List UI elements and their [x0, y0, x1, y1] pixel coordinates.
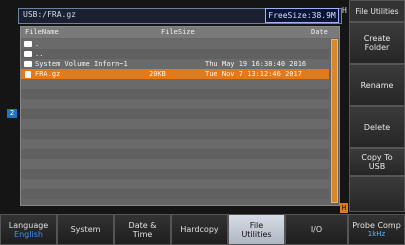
copy-to-usb-button[interactable]: Copy To USB: [349, 148, 405, 176]
file-icon: [25, 71, 31, 78]
empty-row: [21, 129, 329, 139]
language-value: English: [14, 229, 43, 239]
file-row[interactable]: .: [21, 39, 329, 49]
empty-row: [21, 149, 329, 159]
file-name: FRA.gz: [35, 70, 61, 78]
right-side-menu: File Utilities Create Folder Rename Dele…: [349, 0, 405, 212]
empty-row: [21, 119, 329, 129]
file-utilities-title: File Utilities: [349, 0, 405, 22]
empty-row: [21, 79, 329, 89]
file-list: . .. System Volume Inforn~1 Thu May 19 1…: [21, 39, 329, 199]
col-filesize: FileSize: [161, 28, 195, 36]
date-time-button[interactable]: Date & Time: [114, 214, 171, 245]
language-label: Language: [8, 220, 49, 230]
col-date: Date: [311, 28, 328, 36]
empty-row: [21, 189, 329, 199]
empty-row: [21, 159, 329, 169]
folder-icon: [24, 61, 32, 67]
hardcopy-button[interactable]: Hardcopy: [171, 214, 228, 245]
system-label: System: [70, 225, 101, 234]
language-button[interactable]: Language English: [0, 214, 57, 245]
file-size: 20KB: [149, 70, 166, 78]
file-row-selected[interactable]: FRA.gz 20KB Tue Nov 7 13:12:46 2017: [21, 69, 329, 79]
current-path: USB:/FRA.gz: [23, 10, 76, 19]
system-button[interactable]: System: [57, 214, 114, 245]
scrollbar[interactable]: [331, 39, 338, 203]
io-button[interactable]: I/O: [285, 214, 348, 245]
file-row[interactable]: ..: [21, 49, 329, 59]
folder-icon: [24, 51, 32, 57]
free-size-indicator: FreeSize:38.9M: [265, 8, 339, 23]
scrollbar-thumb[interactable]: [331, 39, 338, 203]
file-utilities-button[interactable]: File Utilities: [228, 214, 285, 245]
rename-button[interactable]: Rename: [349, 64, 405, 106]
file-utilities-line2: Utilities: [241, 229, 272, 239]
channel-2-marker: 2: [7, 109, 17, 118]
file-name: System Volume Inforn~1: [35, 60, 128, 68]
horizontal-marker: H: [340, 203, 348, 213]
file-name: .: [35, 40, 40, 48]
file-row[interactable]: System Volume Inforn~1 Thu May 19 16:38:…: [21, 59, 329, 69]
col-filename: FileName: [25, 28, 59, 36]
empty-row: [21, 89, 329, 99]
date-time-line1: Date &: [128, 220, 157, 230]
file-date: Tue Nov 7 13:12:46 2017: [205, 70, 302, 78]
file-utilities-line1: File: [249, 220, 264, 230]
empty-row: [21, 99, 329, 109]
io-label: I/O: [310, 225, 323, 234]
oscilloscope-screen: USB:/FRA.gz FreeSize:38.9M H FileName Fi…: [0, 0, 405, 245]
probe-comp-button[interactable]: Probe Comp 1kHz: [348, 214, 405, 245]
probe-comp-value: 1kHz: [367, 229, 386, 238]
hardcopy-label: Hardcopy: [180, 225, 219, 234]
folder-icon: [24, 41, 32, 47]
file-name: ..: [35, 50, 44, 58]
create-folder-button[interactable]: Create Folder: [349, 22, 405, 64]
file-list-header: FileName FileSize Date: [21, 27, 339, 38]
delete-button[interactable]: Delete: [349, 106, 405, 148]
bottom-menu: Language English System Date & Time Hard…: [0, 214, 405, 245]
empty-row: [21, 109, 329, 119]
empty-row: [21, 169, 329, 179]
file-browser: FileName FileSize Date . .. System Volum…: [20, 26, 340, 206]
blank-menu-button[interactable]: [349, 176, 405, 212]
file-date: Thu May 19 16:38:40 2016: [205, 60, 307, 68]
empty-row: [21, 139, 329, 149]
date-time-line2: Time: [132, 229, 153, 239]
top-h-marker: H: [342, 6, 347, 15]
probe-comp-label: Probe Comp: [352, 220, 401, 230]
empty-row: [21, 179, 329, 189]
